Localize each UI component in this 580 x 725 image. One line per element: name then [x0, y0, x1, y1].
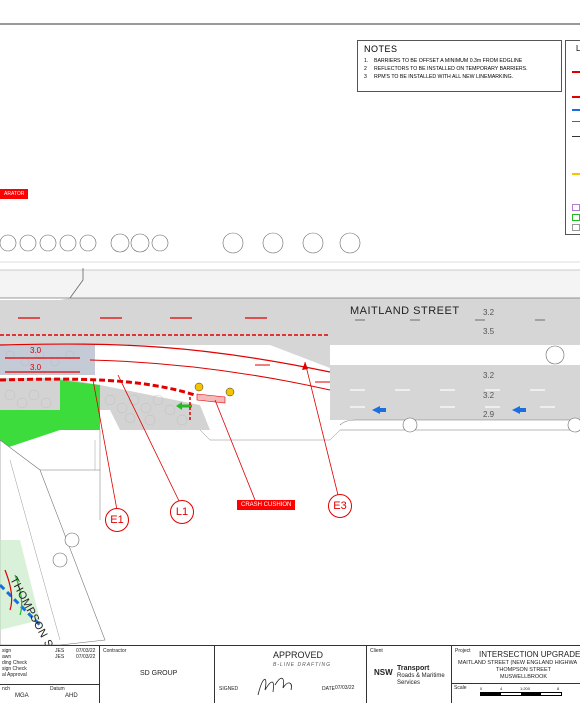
width-label: 3.0 — [30, 363, 42, 372]
approved-stamp: APPROVED — [273, 650, 324, 660]
project-title: INTERSECTION UPGRADE AT — [479, 650, 580, 659]
nsw-logo: NSW — [374, 668, 393, 677]
note-item: 1. BARRIERS TO BE OFFSET A MINIMUM 0.3m F… — [364, 58, 523, 64]
callout-e3: E3 — [328, 494, 352, 518]
width-label: 3.2 — [483, 371, 495, 380]
crash-cushion-label: CRASH CUSHION — [237, 500, 296, 510]
width-label: 3.2 — [483, 391, 495, 400]
contractor-cell: Contractor SD GROUP — [100, 646, 215, 703]
contractor-name: SD GROUP — [140, 670, 178, 677]
client-cell: Client NSW Transport Roads & Maritime Se… — [367, 646, 452, 703]
callout-e1: E1 — [105, 508, 129, 532]
legend-title: L — [576, 44, 580, 53]
notes-panel: NOTES 1. BARRIERS TO BE OFFSET A MINIMUM … — [357, 40, 562, 92]
project-cell: Project INTERSECTION UPGRADE AT MAITLAND… — [452, 646, 580, 703]
width-label: 3.0 — [30, 346, 42, 355]
width-label: 3.5 — [483, 327, 495, 336]
maitland-street-label: MAITLAND STREET — [350, 305, 460, 317]
title-block: sign JES 07/03/22 awn JES 07/03/22 ding … — [0, 645, 580, 703]
legend-panel: L — [565, 40, 580, 235]
callout-l1: L1 — [170, 500, 194, 524]
note-item: 2 REFLECTORS TO BE INSTALLED ON TEMPORARY… — [364, 66, 528, 72]
notes-title: NOTES — [364, 44, 398, 54]
width-label: 3.2 — [483, 308, 495, 317]
notes-list: 1. BARRIERS TO BE OFFSET A MINIMUM 0.3m F… — [364, 57, 555, 81]
signature — [257, 677, 292, 696]
width-label: 2.9 — [483, 410, 495, 419]
plan-drawing — [0, 23, 580, 645]
separator-label: ARATOR — [0, 189, 29, 199]
revision-table: sign JES 07/03/22 awn JES 07/03/22 ding … — [0, 646, 100, 703]
approval-cell: APPROVED B-LINE DRAFTING SIGNED DATE 07/… — [215, 646, 367, 703]
note-item: 3 RPM'S TO BE INSTALLED WITH ALL NEW LINE… — [364, 74, 514, 80]
